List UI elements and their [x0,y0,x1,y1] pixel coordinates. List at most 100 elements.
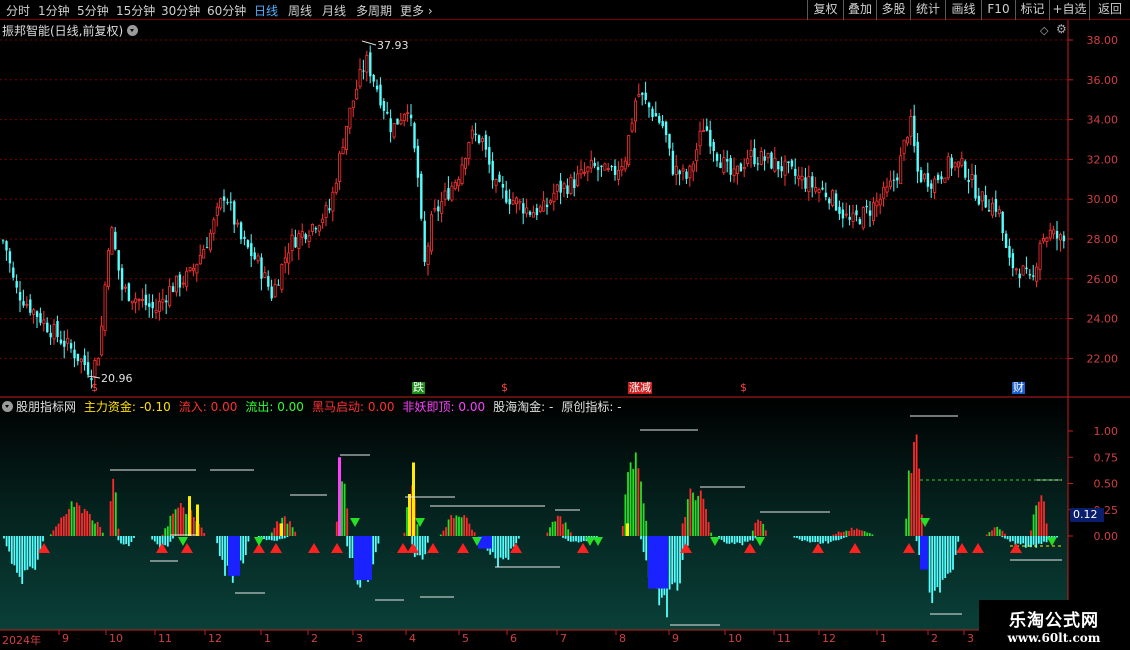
inflow-bar [840,532,843,536]
candle-body-up [722,157,726,173]
candle-body-up [997,209,1001,215]
date-tick-label: 1 [880,632,887,645]
candle-body-up [331,191,335,212]
candle-body-up [518,200,522,204]
event-marker[interactable]: $ [500,382,509,394]
outflow-bar [377,536,380,544]
indicator-name: 股朋指标网 [16,400,77,414]
inflow-bar [169,515,172,536]
outflow-bar [931,536,934,604]
outflow-bar [679,536,681,584]
candle-body-up [960,157,964,166]
signal-spike [280,523,283,536]
candle-body-up [406,112,410,115]
inflow-bar [463,515,466,536]
indicator-item-label: 流出: [245,400,274,414]
signal-spike [188,496,191,536]
indicator-item-label: 黑马启动: [311,400,364,414]
outflow-bar [276,536,278,541]
event-marker[interactable]: $ [90,382,99,394]
outflow-bar [117,536,120,541]
outflow-bar [642,536,645,553]
settings-icon[interactable]: ⚙ [1056,22,1067,36]
indicator-item: 黑马启动: 0.00 [312,400,399,414]
candle-body-down [528,211,532,215]
candle-body-up [562,183,566,189]
candle-body-up [732,168,736,176]
inflow-bar [174,509,177,536]
outflow-bar [671,536,674,585]
inflow-bar [920,514,923,536]
chevron-down-icon[interactable] [127,25,139,36]
inflow-bar [996,526,999,536]
candle-body-up [324,205,328,218]
outflow-bar [949,536,952,573]
candle-body-up [66,338,70,344]
outflow-bar [944,536,947,578]
outflow-bar [936,536,939,588]
inflow-bar [645,520,648,536]
inflow-bar [114,492,117,536]
outflow-bar [270,536,273,541]
outflow-bar [247,536,250,542]
candle-body-down [1018,273,1021,279]
event-marker[interactable]: 涨减 [628,382,652,394]
inflow-bar [562,523,564,536]
outflow-bar [1043,536,1045,542]
candle-body-down [967,179,970,183]
candle-body-down [573,179,576,188]
inflow-bar [684,516,687,536]
candle-body-up [953,162,957,168]
candle-body-up [569,176,573,194]
candle-body-down [719,162,722,168]
inflow-bar [52,530,55,536]
event-marker[interactable]: 跌 [412,382,425,394]
candle-body-up [290,234,294,251]
chevron-down-icon[interactable] [2,401,13,412]
inflow-bar [707,522,710,536]
inflow-bar [117,528,120,536]
inflow-bar [681,523,684,536]
inflow-bar [73,506,76,536]
event-marker[interactable]: $ [739,382,748,394]
candle-body-up [480,138,484,142]
candle-body-down [63,340,66,347]
inflow-bar [442,530,445,536]
event-marker[interactable]: 财 [1012,382,1025,394]
candle-body-up [946,156,950,179]
diamond-icon[interactable]: ◇ [1040,24,1048,37]
candle-body-up [470,129,474,139]
inflow-bar [177,507,180,536]
indicator-item: 股海淘金: - [493,400,557,414]
candle-body-down [15,281,18,288]
inflow-bar [276,521,278,536]
candle-body-up [586,166,590,173]
candle-body-down [505,190,508,203]
date-tick-label: 9 [62,632,69,645]
outflow-bar [1022,536,1025,544]
candle-body-down [1004,233,1008,248]
candle-body-up [100,325,104,356]
candle-body-down [117,250,120,271]
candle-body-up [923,173,927,180]
candle-body-down [488,147,491,165]
candle-body-up [943,177,947,183]
inflow-bar [68,508,70,536]
candle-body-down [613,165,617,175]
candle-body-down [950,157,953,169]
inflow-bar [1032,514,1035,536]
date-tick-label: 10 [728,632,742,645]
candle-body-up [310,224,314,232]
candle-body-down [644,92,647,100]
inflow-bar [632,468,635,536]
candle-body-up [440,201,444,214]
blue-signal-block [920,536,928,570]
outflow-bar [801,536,804,541]
candle-body-up [603,163,607,171]
candle-body-up [392,123,396,138]
inflow-bar [567,529,570,536]
outflow-bar [26,536,29,570]
candle-body-up [453,182,457,190]
chart-canvas[interactable]: 38.0036.0034.0032.0030.0028.0026.0024.00… [0,0,1130,650]
outflow-bar [5,536,8,547]
